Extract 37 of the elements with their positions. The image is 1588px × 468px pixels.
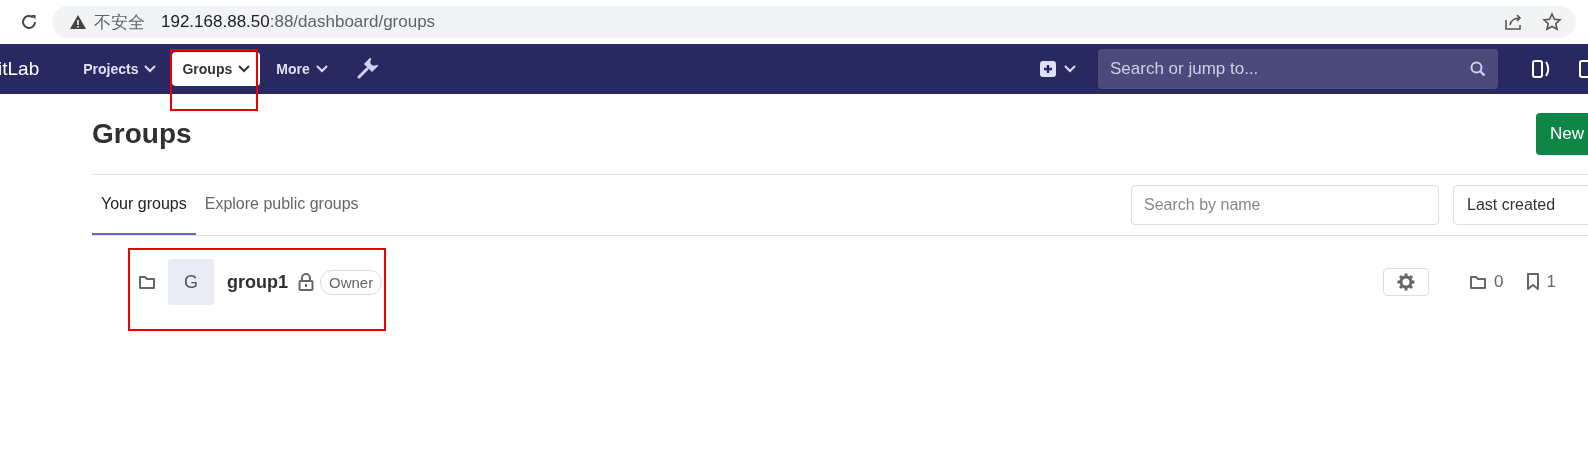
plus-square-icon[interactable] [1040,61,1056,77]
nav-menu-item[interactable]: Projects [73,52,167,86]
search-field[interactable]: Search or jump to... [1098,49,1498,89]
search-icon [1470,61,1486,77]
wrench-icon[interactable] [355,58,378,80]
bookmark-icon [1525,273,1540,291]
url-text: 192.168.88.50:88/dashboard/groups [161,12,436,32]
page-title: Groups [92,118,192,150]
sort-dropdown[interactable]: Last created [1453,185,1588,225]
group-name[interactable]: group1 [227,271,288,293]
nav-menu-item[interactable]: More [266,52,338,86]
lock-icon [298,273,314,291]
warning-icon [70,15,86,29]
nav-menu-item[interactable]: Groups [172,52,261,86]
project-count: 1 [1546,272,1556,292]
chevron-down-icon [1064,65,1076,73]
subgroup-count: 0 [1494,272,1504,292]
tab[interactable]: Your groups [92,175,196,235]
reload-icon[interactable] [20,13,38,31]
search-field[interactable]: Search by name [1131,185,1439,225]
merge-request-icon[interactable] [1532,59,1550,79]
group-avatar[interactable]: G [168,259,214,305]
tab[interactable]: Explore public groups [195,175,368,235]
settings-button[interactable] [1383,268,1430,296]
chevron-down-icon [238,65,251,73]
brand-name[interactable]: itLab [0,58,40,80]
chevron-down-icon [315,65,328,73]
star-icon[interactable] [1542,12,1562,32]
folder-icon [138,274,156,290]
address-bar[interactable]: 不安全 192.168.88.50:88/dashboard/groups [52,6,1576,38]
share-icon[interactable] [1504,13,1524,31]
chevron-down-icon [144,65,157,73]
new-group-button[interactable]: New [1536,113,1588,155]
subgroup-folder-icon [1469,274,1488,290]
role-badge: Owner [320,269,383,295]
settings-icon [1397,273,1416,291]
security-label: 不安全 [94,11,145,34]
